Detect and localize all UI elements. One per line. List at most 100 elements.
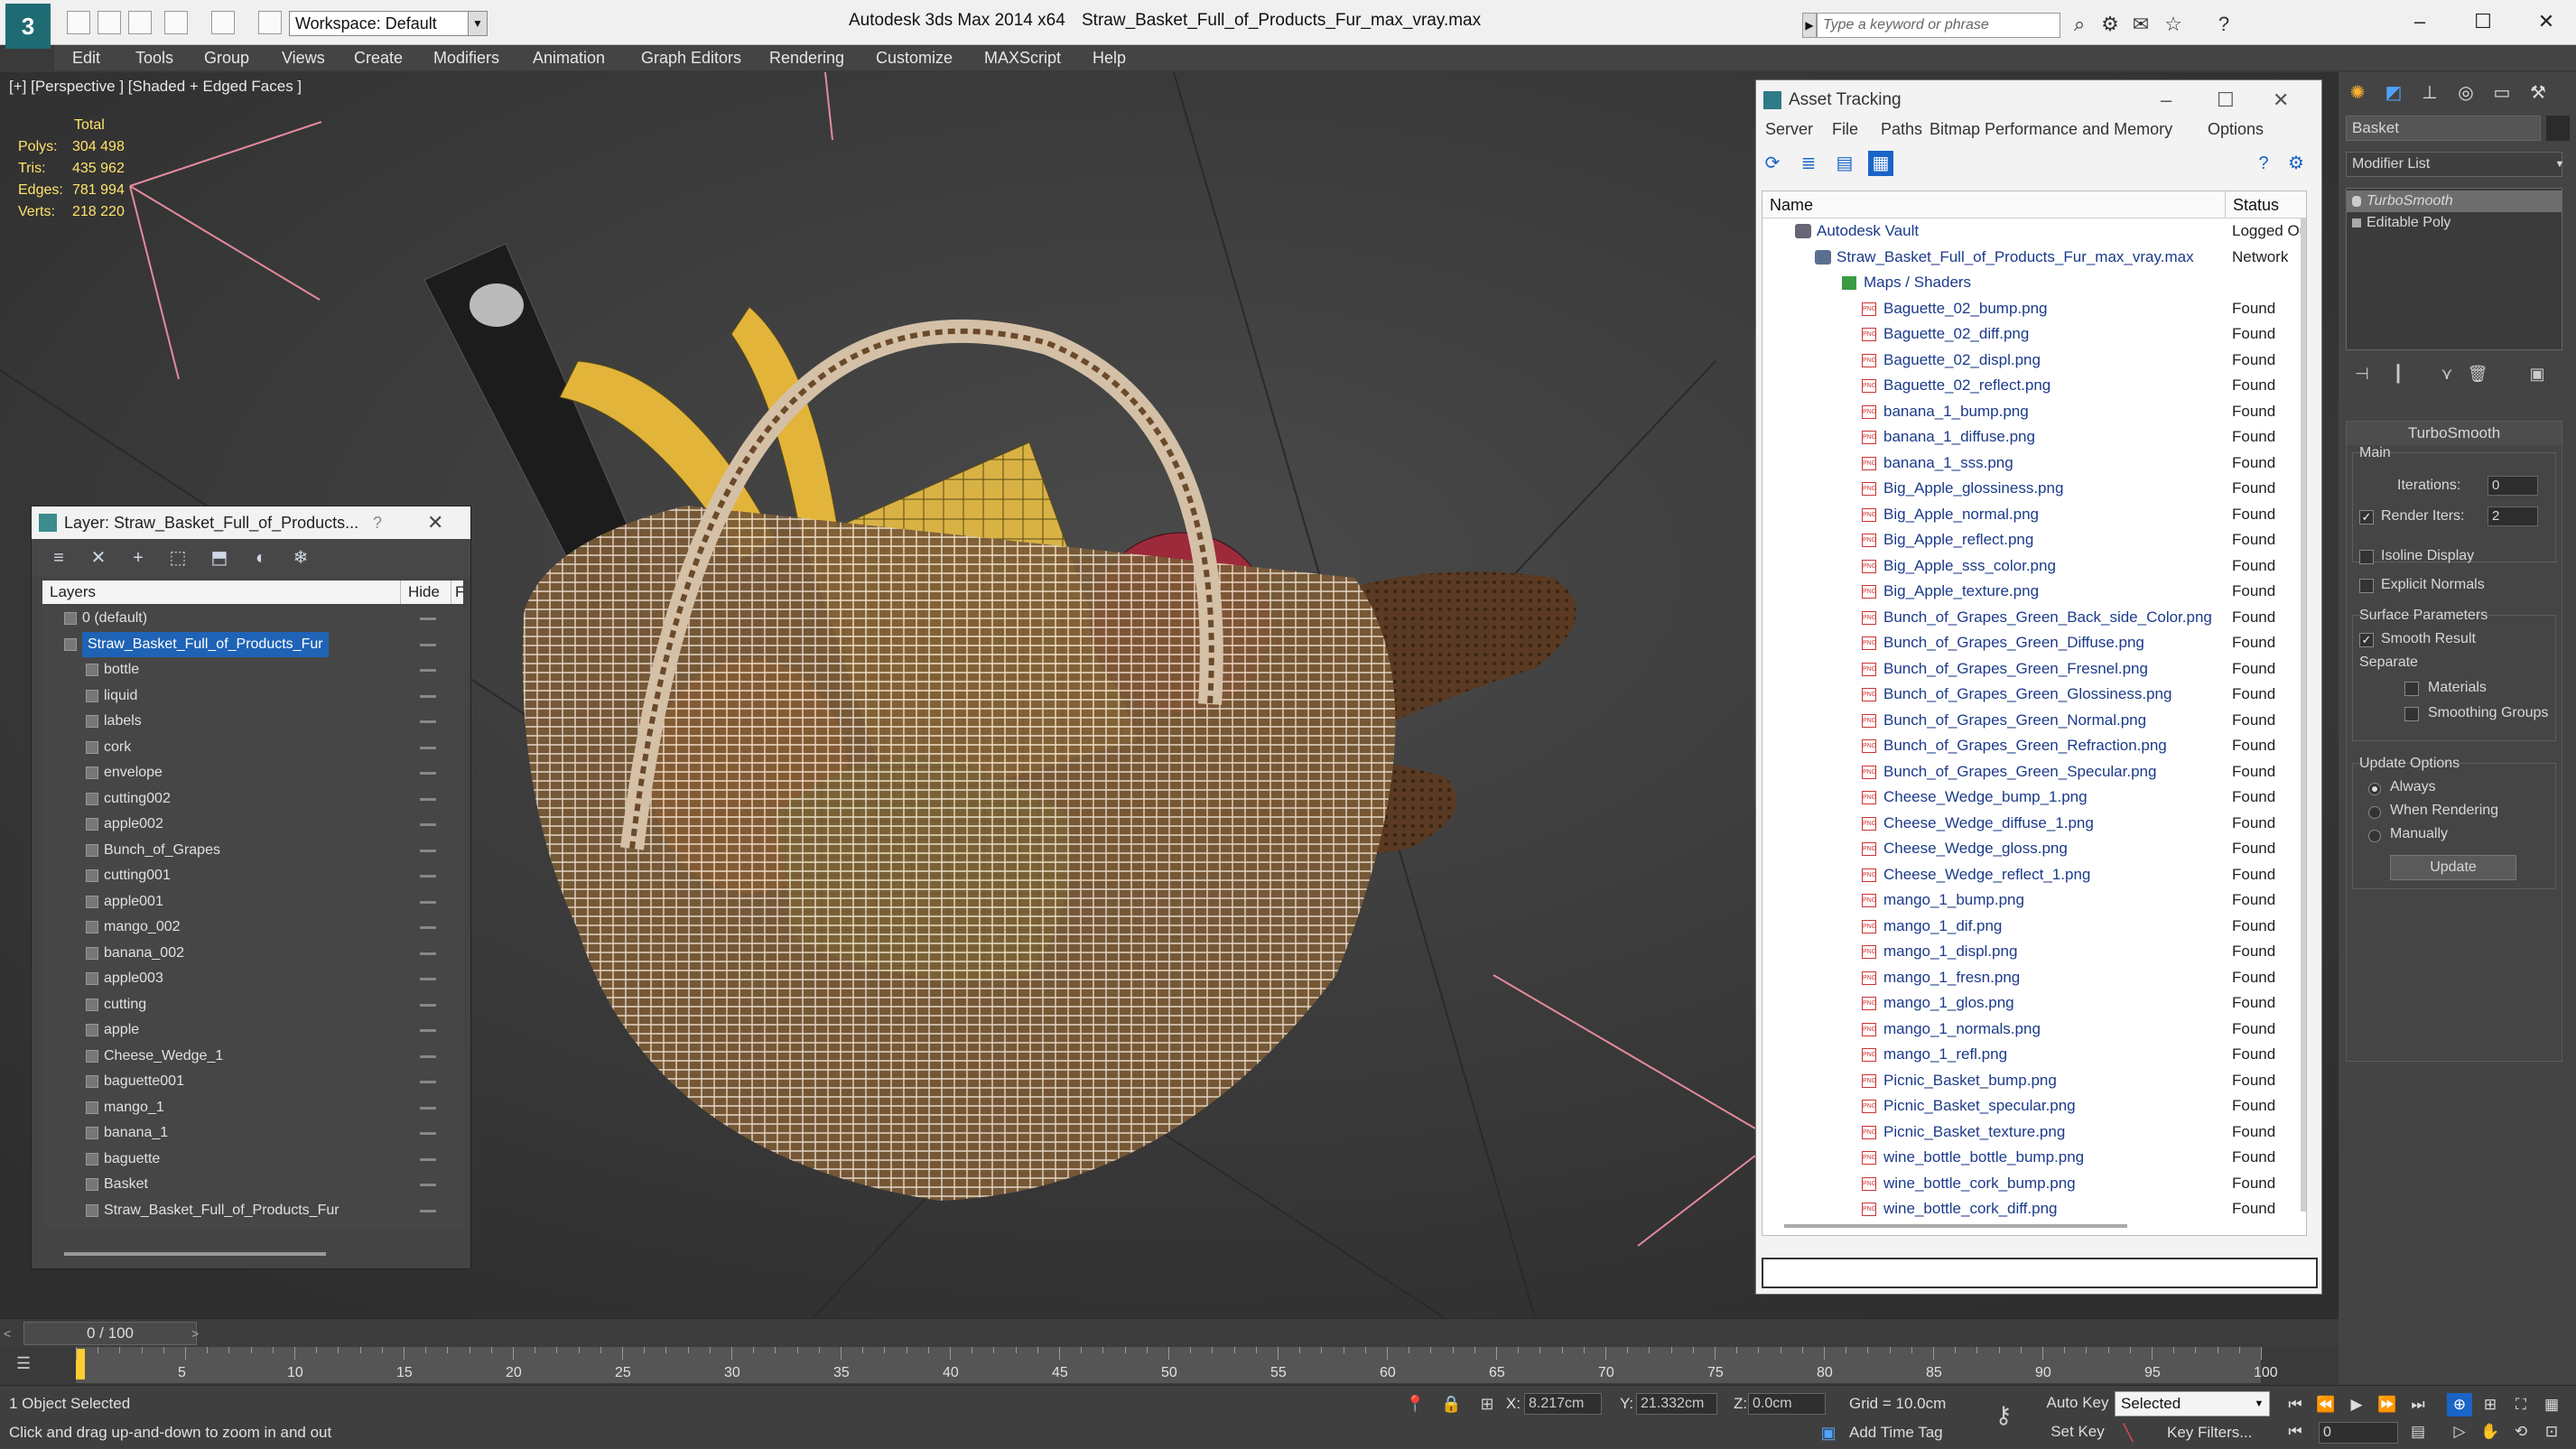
hide-toggle[interactable] [420, 746, 436, 749]
horizontal-scrollbar[interactable] [64, 1252, 326, 1256]
layer-row[interactable]: apple [42, 1017, 463, 1043]
update-manually-radio[interactable] [2368, 830, 2381, 842]
previous-key-icon[interactable]: ⏪ [2313, 1393, 2339, 1416]
workspace-dropdown[interactable]: Workspace: Default [289, 11, 488, 36]
layer-row[interactable]: mango_002 [42, 915, 463, 940]
minimize-icon[interactable]: – [2402, 5, 2438, 38]
explicit-normals-checkbox[interactable] [2359, 579, 2374, 593]
column-status[interactable]: Status [2225, 191, 2279, 218]
time-slider-thumb[interactable]: 0 / 100 [23, 1322, 197, 1345]
layer-row[interactable]: liquid [42, 683, 463, 709]
object-name-field[interactable]: Basket [2346, 116, 2541, 141]
chevron-down-icon[interactable]: ▼ [2249, 1392, 2269, 1416]
layer-row[interactable]: baguette001 [42, 1069, 463, 1094]
maximize-icon[interactable]: ☐ [2217, 80, 2235, 120]
hide-toggle[interactable] [420, 1029, 436, 1032]
hide-toggle[interactable] [420, 1003, 436, 1007]
asset-row[interactable]: PNG Cheese_Wedge_gloss.png Found [1762, 836, 2306, 862]
layer-row[interactable]: Bunch_of_Grapes [42, 838, 463, 863]
chevron-down-icon[interactable]: ▼ [2551, 153, 2569, 176]
menu-edit[interactable]: Edit [72, 45, 100, 70]
project-folder-icon[interactable] [258, 11, 282, 34]
highlight-layer-icon[interactable]: ⬒ [207, 546, 232, 570]
previous-frame-icon[interactable]: < [4, 1323, 20, 1344]
smoothing-groups-checkbox[interactable] [2404, 707, 2419, 721]
hide-toggle[interactable] [420, 875, 436, 878]
column-freeze[interactable]: F [451, 581, 464, 604]
help-icon[interactable]: ? [2212, 13, 2236, 36]
hide-toggle[interactable] [420, 1184, 436, 1186]
refresh-icon[interactable]: ⟳ [1760, 151, 1785, 176]
grid-view-icon[interactable]: ▦ [1868, 151, 1893, 176]
hide-toggle[interactable] [420, 772, 436, 775]
hide-toggle[interactable] [420, 952, 436, 955]
current-frame-field[interactable]: 0 [2319, 1422, 2398, 1444]
new-file-icon[interactable] [67, 11, 90, 34]
column-layers[interactable]: Layers [50, 583, 96, 600]
layer-explorer-titlebar[interactable]: Layer: Straw_Basket_Full_of_Products... … [32, 506, 470, 539]
maximize-icon[interactable]: ☐ [2465, 5, 2501, 38]
materials-checkbox[interactable] [2404, 682, 2419, 696]
menu-file[interactable]: File [1832, 120, 1858, 139]
hierarchy-tab-icon[interactable]: ⊥ [2416, 79, 2443, 107]
menu-customize[interactable]: Customize [876, 45, 953, 70]
undo-icon[interactable] [164, 11, 188, 34]
layer-row[interactable]: cutting002 [42, 786, 463, 812]
z-coordinate-field[interactable]: 0.0cm [1748, 1393, 1826, 1415]
utilities-tab-icon[interactable]: ⚒ [2525, 79, 2552, 107]
menu-maxscript[interactable]: MAXScript [984, 45, 1061, 70]
create-layer-icon[interactable]: ≡ [46, 546, 71, 570]
modify-tab-icon[interactable]: ◩ [2380, 79, 2407, 107]
hide-toggle[interactable] [420, 1106, 436, 1110]
asset-row[interactable]: Straw_Basket_Full_of_Products_Fur_max_vr… [1762, 245, 2306, 271]
binoculars-icon[interactable]: ⌕ [2068, 13, 2091, 36]
asset-row[interactable]: PNG mango_1_dif.png Found [1762, 914, 2306, 940]
key-mode-select[interactable]: Selected ▼ [2115, 1391, 2270, 1416]
time-tag-icon[interactable]: ▣ [1818, 1422, 1838, 1444]
asset-row[interactable]: PNG Baguette_02_diff.png Found [1762, 321, 2306, 348]
table-view-icon[interactable]: ▤ [1832, 151, 1857, 176]
turbosmooth-rollout-title[interactable]: TurboSmooth [2347, 422, 2562, 445]
hide-toggle[interactable] [420, 823, 436, 826]
motion-tab-icon[interactable]: ◎ [2452, 79, 2479, 107]
context-help-icon[interactable]: ⚙ [2283, 151, 2309, 176]
menu-group[interactable]: Group [204, 45, 249, 70]
hide-toggle[interactable] [420, 926, 436, 929]
render-iters-checkbox[interactable]: ✓ [2359, 510, 2374, 525]
next-key-icon[interactable]: ⏩ [2375, 1393, 2400, 1416]
close-icon[interactable]: ✕ [427, 506, 443, 539]
help-icon[interactable]: ? [373, 506, 382, 539]
stack-item-turbosmooth[interactable]: TurboSmooth [2347, 190, 2562, 212]
asset-row[interactable]: PNG Bunch_of_Grapes_Green_Fresnel.png Foun… [1762, 656, 2306, 683]
pin-stack-icon[interactable]: ⊣ [2351, 363, 2373, 385]
horizontal-scrollbar[interactable] [1784, 1224, 2127, 1228]
asset-row[interactable]: PNG Picnic_Basket_texture.png Found [1762, 1119, 2306, 1146]
asset-row[interactable]: PNG Baguette_02_reflect.png Found [1762, 373, 2306, 399]
asset-row[interactable]: PNG Big_Apple_reflect.png Found [1762, 527, 2306, 553]
asset-row[interactable]: PNG Bunch_of_Grapes_Green_Normal.png Found [1762, 708, 2306, 734]
menu-rendering[interactable]: Rendering [769, 45, 844, 70]
hide-all-layers-icon[interactable]: ◐ [248, 546, 274, 570]
add-to-layer-icon[interactable]: + [126, 546, 151, 570]
asset-row[interactable]: PNG banana_1_diffuse.png Found [1762, 424, 2306, 450]
help-icon[interactable]: ? [2251, 151, 2276, 176]
update-when-rendering-radio[interactable] [2368, 806, 2381, 819]
menu-modifiers[interactable]: Modifiers [433, 45, 499, 70]
asset-row[interactable]: PNG Bunch_of_Grapes_Green_Diffuse.png Foun… [1762, 630, 2306, 656]
asset-row[interactable]: PNG Picnic_Basket_bump.png Found [1762, 1068, 2306, 1094]
delete-layer-icon[interactable]: ✕ [86, 546, 111, 570]
layer-row[interactable]: cutting001 [42, 863, 463, 888]
subscription-icon[interactable]: ⚙ [2098, 13, 2122, 36]
hide-toggle[interactable] [420, 1157, 436, 1161]
hide-toggle[interactable] [420, 978, 436, 980]
communication-icon[interactable]: ✉ [2129, 13, 2153, 36]
hide-toggle[interactable] [420, 1209, 436, 1212]
asset-row[interactable]: PNG mango_1_refl.png Found [1762, 1042, 2306, 1068]
pan-view-icon[interactable]: ✋ [2478, 1420, 2503, 1444]
asset-row[interactable]: PNG Big_Apple_normal.png Found [1762, 502, 2306, 528]
menu-options[interactable]: Options [2208, 120, 2264, 139]
close-icon[interactable]: ✕ [2528, 5, 2564, 38]
asset-row[interactable]: PNG Big_Apple_texture.png Found [1762, 579, 2306, 605]
asset-row[interactable]: PNG Cheese_Wedge_bump_1.png Found [1762, 785, 2306, 811]
search-expand-icon[interactable]: ▶ [1802, 13, 1817, 38]
